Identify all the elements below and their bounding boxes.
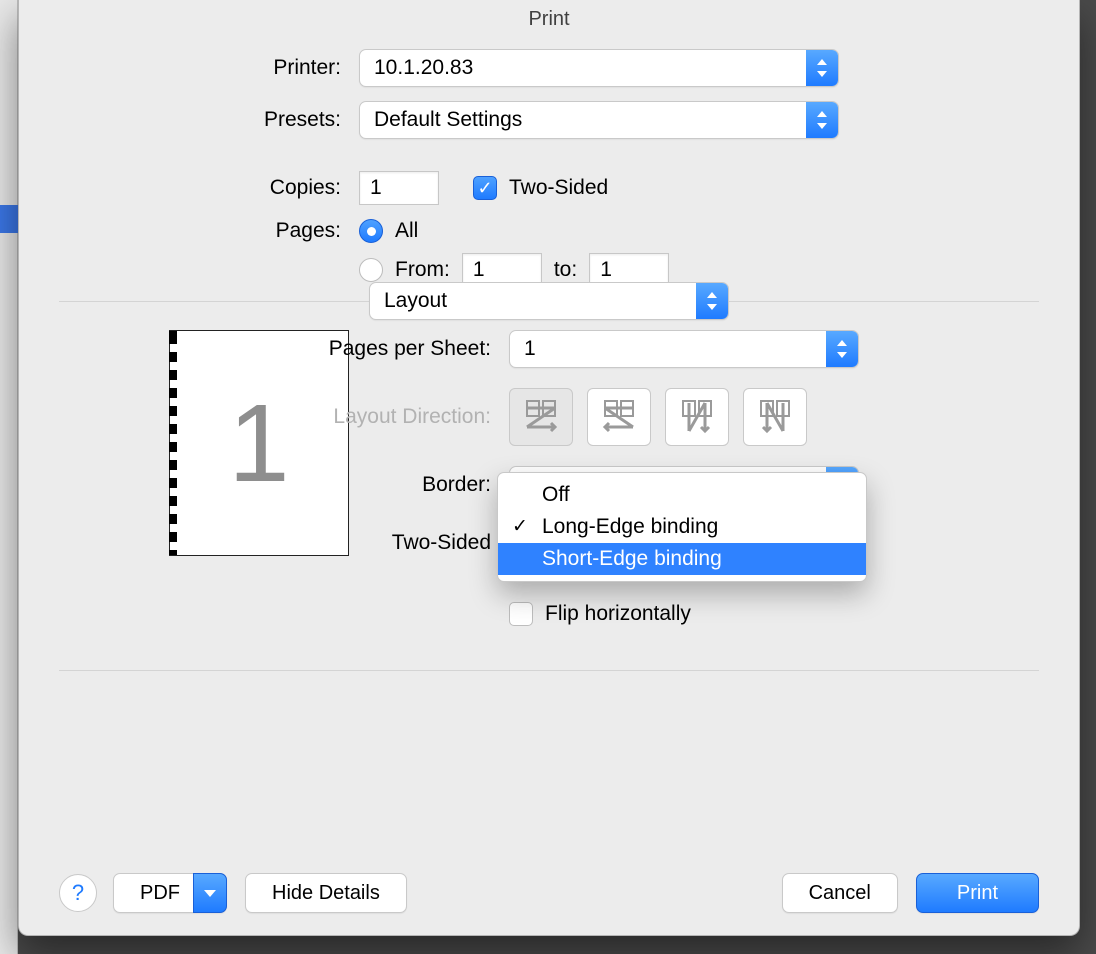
pages-label: Pages: (59, 219, 359, 243)
print-dialog: Print Printer: 10.1.20.83 Presets: Defau… (18, 0, 1080, 936)
printer-value: 10.1.20.83 (374, 56, 473, 80)
copies-input[interactable] (359, 171, 439, 205)
border-label: Border: (279, 473, 509, 497)
presets-label: Presets: (59, 108, 359, 132)
chevron-updown-icon (806, 50, 838, 86)
layout-direction-group (509, 388, 807, 446)
parent-window-edge (0, 0, 18, 954)
chevron-down-icon (193, 873, 227, 913)
pages-range-radio[interactable] (359, 258, 383, 282)
section-value: Layout (384, 289, 447, 313)
dialog-footer: ? PDF Hide Details Cancel Print (59, 873, 1039, 913)
pages-per-sheet-label: Pages per Sheet: (279, 337, 509, 361)
layout-direction-1[interactable] (509, 388, 573, 446)
hide-details-label: Hide Details (272, 882, 380, 905)
layout-dir-n2-icon (755, 397, 795, 437)
two-sided-label: Two-Sided (509, 176, 608, 200)
layout-dir-n1-icon (677, 397, 717, 437)
two-sided-option-short-edge[interactable]: Short-Edge binding (498, 543, 866, 575)
print-button[interactable]: Print (916, 873, 1039, 913)
layout-dir-z-icon (521, 397, 561, 437)
two-sided-checkbox[interactable]: ✓ (473, 176, 497, 200)
flip-horizontally-label: Flip horizontally (545, 602, 691, 626)
help-button[interactable]: ? (59, 874, 97, 912)
divider (59, 670, 1039, 671)
pdf-menu-button[interactable]: PDF (113, 873, 227, 913)
print-label: Print (957, 882, 998, 905)
pages-to-label: to: (554, 258, 577, 282)
pdf-label: PDF (140, 882, 180, 905)
flip-horizontally-checkbox[interactable]: ✓ (509, 602, 533, 626)
hide-details-button[interactable]: Hide Details (245, 873, 407, 913)
section-select[interactable]: Layout (369, 282, 729, 320)
layout-direction-4[interactable] (743, 388, 807, 446)
pages-all-radio[interactable] (359, 219, 383, 243)
chevron-updown-icon (806, 102, 838, 138)
dialog-title: Print (19, 0, 1079, 49)
two-sided-option-off[interactable]: Off (498, 479, 866, 511)
help-icon: ? (72, 880, 84, 906)
layout-direction-label: Layout Direction: (279, 405, 509, 429)
pages-from-label: From: (395, 258, 450, 282)
layout-direction-2[interactable] (587, 388, 651, 446)
cancel-button[interactable]: Cancel (782, 873, 898, 913)
two-sided-select-label: Two-Sided (279, 531, 509, 555)
chevron-updown-icon (696, 283, 728, 319)
layout-dir-s-icon (599, 397, 639, 437)
printer-select[interactable]: 10.1.20.83 (359, 49, 839, 87)
cancel-label: Cancel (809, 882, 871, 905)
presets-value: Default Settings (374, 108, 522, 132)
two-sided-option-long-edge[interactable]: Long-Edge binding (498, 511, 866, 543)
chevron-updown-icon (826, 331, 858, 367)
presets-select[interactable]: Default Settings (359, 101, 839, 139)
page-preview: 1 (59, 330, 249, 646)
pages-all-label: All (395, 219, 418, 243)
printer-label: Printer: (59, 56, 359, 80)
pages-per-sheet-value: 1 (524, 337, 536, 361)
pages-per-sheet-select[interactable]: 1 (509, 330, 859, 368)
copies-label: Copies: (59, 176, 359, 200)
two-sided-popup: Off Long-Edge binding Short-Edge binding (497, 472, 867, 582)
layout-direction-3[interactable] (665, 388, 729, 446)
